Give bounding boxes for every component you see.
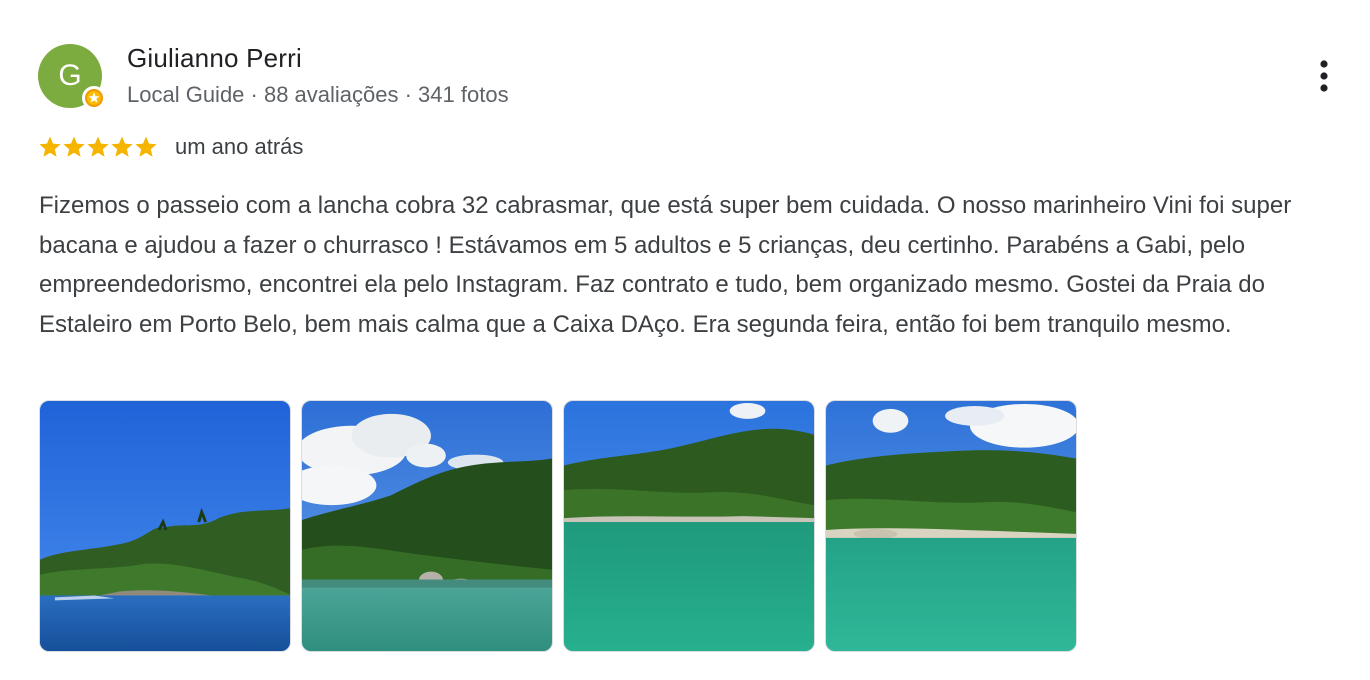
more-options-button[interactable] [1306,56,1342,96]
author-meta: Local Guide · 88 avaliações · 341 fotos [127,82,509,107]
rating-row: um ano atrás [38,130,303,164]
star-icon [87,136,109,157]
review-photo-1[interactable] [39,400,291,652]
star-icon [111,136,133,157]
review-photo-4[interactable] [825,400,1077,652]
author-name[interactable]: Giulianno Perri [127,43,302,74]
star-icon [39,136,61,157]
star-icon [135,136,157,157]
review-photo-3[interactable] [563,400,815,652]
more-vert-icon [1320,60,1328,92]
avatar-wrapper[interactable]: G [38,44,106,110]
review-date: um ano atrás [175,134,304,159]
review-text: Fizemos o passeio com a lancha cobra 32 … [39,192,1292,338]
local-guide-badge-icon [82,86,106,110]
review-card: G Giulianno Perri Local Guide · 88 avali… [0,0,1370,680]
star-icon [63,136,85,157]
review-photos [39,400,1077,652]
star-rating [38,135,158,159]
review-photo-2[interactable] [301,400,553,652]
